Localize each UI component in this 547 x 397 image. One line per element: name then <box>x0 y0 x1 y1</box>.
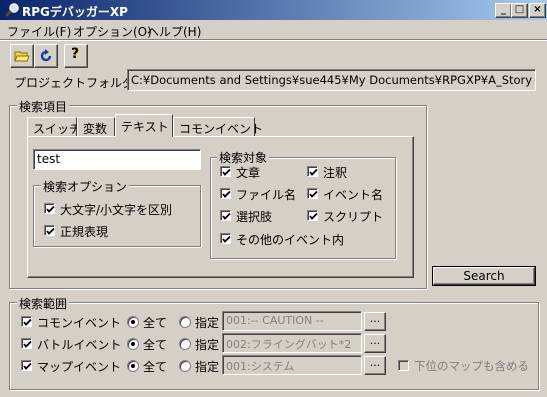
folder-open-icon <box>14 51 30 62</box>
project-folder-label: プロジェクトフォルダ <box>14 76 135 90</box>
range-map-specify-label: 指定 <box>195 360 220 374</box>
target-eventname-label: イベント名 <box>323 188 384 202</box>
target-choice-label: 選択肢 <box>236 210 273 224</box>
open-folder-button[interactable] <box>10 44 34 68</box>
range-map-all-label: 全て <box>143 360 168 374</box>
target-comment-checkbox[interactable] <box>307 166 318 177</box>
search-button[interactable]: Search <box>432 266 536 286</box>
target-choice-checkbox[interactable] <box>220 210 231 221</box>
menu-options[interactable]: オプション(O) <box>73 23 152 40</box>
window-title: RPGデバッガーXP <box>22 5 128 19</box>
menu-help[interactable]: ヘルプ(H) <box>147 23 201 40</box>
target-other-label: その他のイベント内 <box>236 233 345 247</box>
tab-variable[interactable]: 変数 <box>77 117 115 136</box>
case-sensitive-label: 大文字/小文字を区別 <box>60 203 173 217</box>
regex-label: 正規表現 <box>60 225 109 239</box>
target-filename-checkbox[interactable] <box>220 188 231 199</box>
range-battle-select[interactable]: 002:フライングバット*2 <box>222 333 362 353</box>
target-comment-label: 注釈 <box>323 166 348 180</box>
include-submaps-checkbox[interactable] <box>398 360 409 371</box>
include-submaps-label: 下位のマップも含める <box>414 359 529 373</box>
range-map-checkbox[interactable] <box>21 360 32 371</box>
range-common-specify-radio[interactable] <box>179 316 191 328</box>
range-battle-checkbox[interactable] <box>21 338 32 349</box>
range-common-label: コモンイベント <box>37 316 122 330</box>
range-map-all-radio[interactable] <box>127 360 139 372</box>
menu-file[interactable]: ファイル(F) <box>7 23 71 40</box>
case-sensitive-checkbox[interactable] <box>44 203 55 214</box>
search-query-input[interactable]: test <box>33 149 201 170</box>
menu-separator <box>0 39 547 41</box>
range-map-label: マップイベント <box>37 360 122 374</box>
range-battle-label: バトルイベント <box>37 338 122 352</box>
refresh-icon <box>40 49 52 62</box>
range-common-all-label: 全て <box>143 316 168 330</box>
range-common-checkbox[interactable] <box>21 316 32 327</box>
range-map-select[interactable]: 001:システム <box>222 355 362 375</box>
target-script-checkbox[interactable] <box>307 210 318 221</box>
range-battle-specify-label: 指定 <box>195 338 220 352</box>
tab-text[interactable]: テキスト <box>115 114 173 137</box>
range-battle-specify-radio[interactable] <box>179 338 191 350</box>
help-button[interactable]: ? <box>64 44 88 68</box>
range-common-select[interactable]: 001:-- CAUTION -- <box>222 311 362 331</box>
minimize-button[interactable]: _ <box>495 3 512 18</box>
range-map-browse-button[interactable]: ... <box>364 356 386 375</box>
range-battle-all-label: 全て <box>143 338 168 352</box>
tab-switch[interactable]: スイッチ <box>27 117 81 136</box>
search-options-title: 検索オプション <box>41 178 130 195</box>
target-script-label: スクリプト <box>323 210 384 224</box>
range-battle-browse-button[interactable]: ... <box>364 334 386 353</box>
menu-bar: ファイル(F) オプション(O) ヘルプ(H) <box>0 21 547 39</box>
range-common-all-radio[interactable] <box>127 316 139 328</box>
maximize-button[interactable]: □ <box>511 3 528 18</box>
close-button[interactable]: × <box>529 3 546 18</box>
help-icon: ? <box>70 46 80 62</box>
range-common-specify-label: 指定 <box>195 316 220 330</box>
range-map-specify-radio[interactable] <box>179 360 191 372</box>
tab-common-event[interactable]: コモンイベント <box>173 117 263 136</box>
target-other-checkbox[interactable] <box>220 233 231 244</box>
search-items-title: 検索項目 <box>17 98 70 115</box>
app-magnifier-icon <box>4 2 20 18</box>
project-folder-path: C:¥Documents and Settings¥sue445¥My Docu… <box>127 69 536 91</box>
refresh-button[interactable] <box>34 44 58 68</box>
target-filename-label: ファイル名 <box>236 188 297 202</box>
range-common-browse-button[interactable]: ... <box>364 312 386 331</box>
target-message-label: 文章 <box>236 166 261 180</box>
target-message-checkbox[interactable] <box>220 166 231 177</box>
title-bar[interactable]: RPGデバッガーXP _ □ × <box>0 0 547 20</box>
target-eventname-checkbox[interactable] <box>307 188 318 199</box>
search-range-title: 検索範囲 <box>17 295 70 312</box>
regex-checkbox[interactable] <box>44 225 55 236</box>
range-battle-all-radio[interactable] <box>127 338 139 350</box>
